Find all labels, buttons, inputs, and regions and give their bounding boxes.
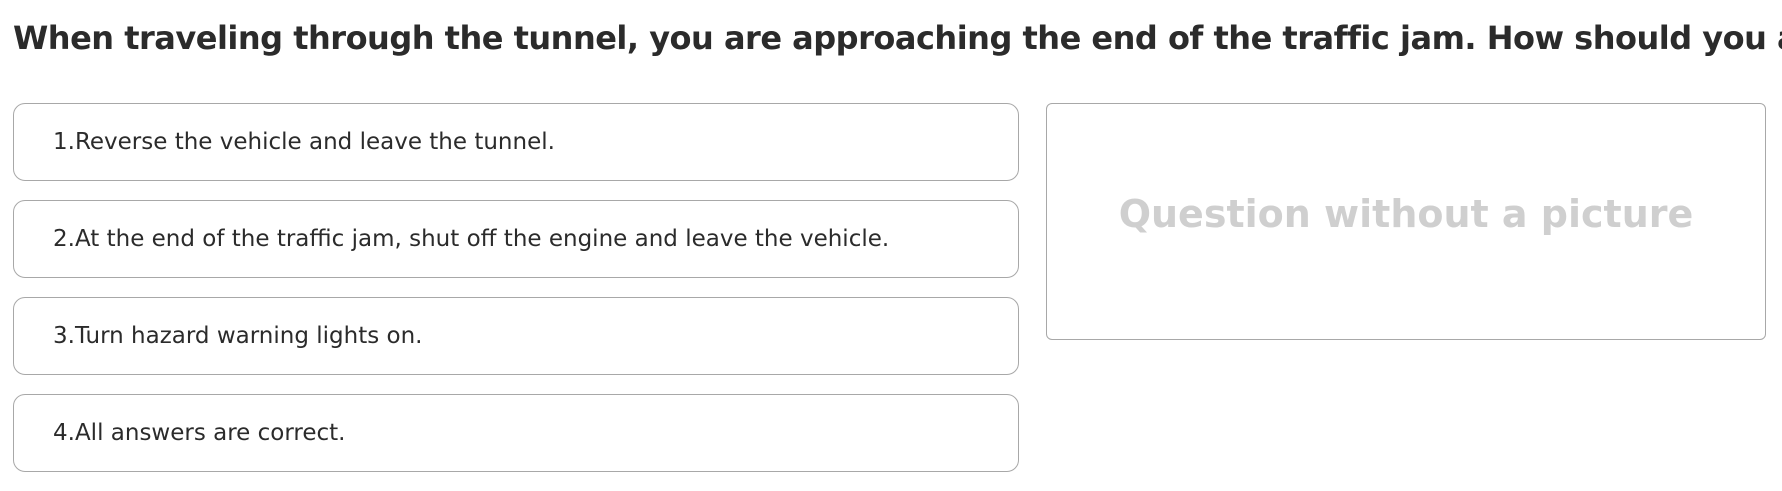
- answer-option-label: 4.All answers are correct.: [53, 420, 346, 446]
- answer-option-2[interactable]: 2.At the end of the traffic jam, shut of…: [13, 200, 1019, 278]
- question-title: When traveling through the tunnel, you a…: [13, 19, 1782, 57]
- answer-list: 1.Reverse the vehicle and leave the tunn…: [13, 103, 1019, 491]
- question-picture-placeholder: Question without a picture: [1046, 103, 1766, 340]
- answer-option-label: 2.At the end of the traffic jam, shut of…: [53, 226, 890, 252]
- answer-option-label: 1.Reverse the vehicle and leave the tunn…: [53, 129, 555, 155]
- answer-option-1[interactable]: 1.Reverse the vehicle and leave the tunn…: [13, 103, 1019, 181]
- answer-option-3[interactable]: 3.Turn hazard warning lights on.: [13, 297, 1019, 375]
- no-picture-text: Question without a picture: [1118, 192, 1694, 236]
- answer-option-label: 3.Turn hazard warning lights on.: [53, 323, 423, 349]
- answer-option-4[interactable]: 4.All answers are correct.: [13, 394, 1019, 472]
